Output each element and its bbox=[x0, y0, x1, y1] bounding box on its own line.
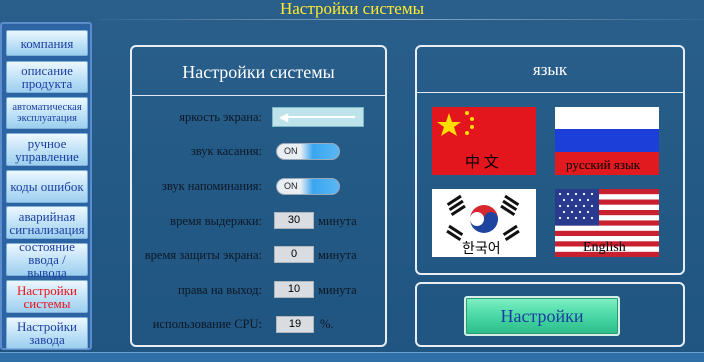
exit-rights-label: права на выход: bbox=[177, 283, 262, 297]
touch-sound-toggle[interactable]: ON bbox=[276, 143, 340, 160]
screen-protect-unit: минута bbox=[318, 248, 357, 262]
screen-protect-input[interactable]: 0 bbox=[274, 246, 314, 263]
brightness-label: яркость экрана: bbox=[179, 110, 262, 124]
sidebar-item-io-status[interactable]: состояние ввода / вывода bbox=[6, 240, 88, 279]
english-label: English bbox=[583, 240, 626, 255]
page-title: Настройки системы bbox=[279, 0, 425, 18]
title-divider bbox=[100, 19, 704, 20]
cpu-usage-label: использование CPU: bbox=[152, 317, 262, 331]
language-title: язык bbox=[532, 60, 568, 79]
exit-rights-unit: минута bbox=[318, 283, 357, 297]
sidebar-item-alarm[interactable]: аварийная сигнализация bbox=[6, 206, 88, 239]
reminder-sound-label: звук напоминания: bbox=[161, 179, 262, 193]
sidebar-item-manual-control[interactable]: ручное управление bbox=[6, 133, 88, 166]
settings-button[interactable]: Настройки bbox=[464, 296, 620, 336]
hold-time-input[interactable]: 30 bbox=[274, 212, 314, 229]
reminder-sound-toggle[interactable]: ON bbox=[276, 178, 340, 195]
exit-rights-input[interactable]: 10 bbox=[274, 281, 314, 298]
system-settings-title: Настройки системы bbox=[182, 62, 335, 82]
sidebar-item-auto-operation[interactable]: автоматическая эксплуатация bbox=[6, 97, 88, 129]
brightness-slider[interactable]: ◀ bbox=[272, 107, 364, 127]
language-divider bbox=[416, 92, 684, 93]
touch-sound-label: звук касания: bbox=[190, 144, 262, 158]
sidebar-item-company[interactable]: компания bbox=[6, 30, 88, 56]
sidebar-item-system-settings[interactable]: Настройки системы bbox=[6, 280, 88, 313]
sidebar-item-error-codes[interactable]: коды ошибок bbox=[6, 170, 88, 203]
cpu-usage-unit: %. bbox=[320, 317, 334, 331]
system-settings-divider bbox=[131, 95, 386, 96]
screen-protect-label: время защиты экрана: bbox=[144, 248, 262, 262]
reminder-sound-toggle-text: ON bbox=[284, 181, 298, 191]
chinese-label: 中 文 bbox=[465, 155, 499, 171]
cpu-usage-value: 19 bbox=[276, 316, 314, 333]
brightness-track bbox=[281, 116, 355, 118]
left-arrow-icon: ◀ bbox=[279, 110, 289, 124]
hold-time-unit: минута bbox=[318, 214, 357, 228]
russian-label: русский язык bbox=[566, 157, 641, 172]
sidebar-item-factory-settings[interactable]: Настройки завода bbox=[6, 317, 88, 349]
sidebar: компания описание продукта автоматическа… bbox=[0, 22, 92, 350]
system-settings-panel bbox=[130, 45, 387, 347]
hold-time-label: время выдержки: bbox=[170, 214, 262, 228]
sidebar-item-product-description[interactable]: описание продукта bbox=[6, 61, 88, 93]
korean-label: 한국어 bbox=[462, 241, 501, 257]
touch-sound-toggle-text: ON bbox=[284, 146, 298, 156]
